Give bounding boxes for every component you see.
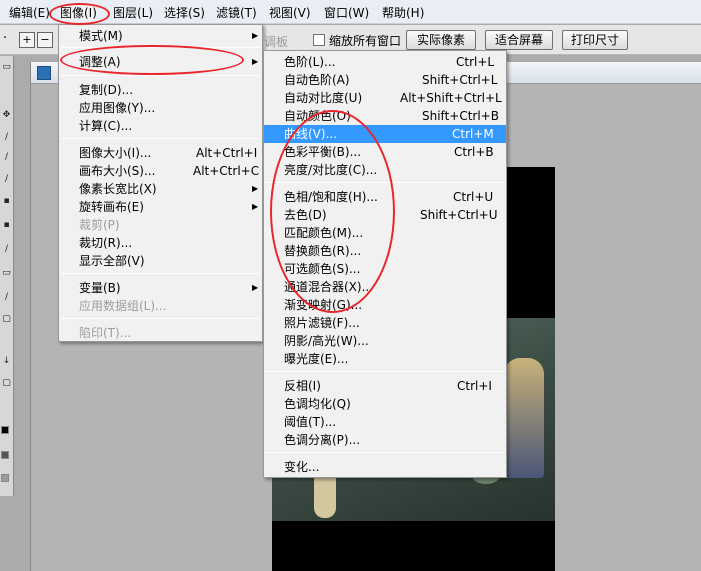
crop-tool-icon[interactable]: ∕ bbox=[1, 152, 12, 162]
menu-help[interactable]: 帮助(H) bbox=[382, 5, 424, 21]
menu-item-variables[interactable]: 变量(B) ▶ bbox=[59, 279, 262, 297]
menu-item-shadow-highlight[interactable]: 阴影/高光(W)... bbox=[264, 332, 506, 350]
menu-item-crop: 裁剪(P) bbox=[79, 218, 120, 232]
hand-tool-icon[interactable]: ▢ bbox=[1, 314, 12, 324]
menu-item-auto-color[interactable]: 自动颜色(O) Shift+Ctrl+B bbox=[264, 107, 506, 125]
menu-item-calculations[interactable]: 计算(C)... bbox=[59, 117, 262, 135]
quickmask-tool-icon[interactable]: ▢ bbox=[1, 378, 12, 388]
marquee-tool-icon[interactable]: ▭ bbox=[1, 62, 12, 72]
menu-edit[interactable]: 编辑(E) bbox=[9, 5, 50, 21]
menu-item-invert[interactable]: 反相(I) Ctrl+I bbox=[264, 377, 506, 395]
screen-mode-icon[interactable] bbox=[1, 474, 9, 482]
menu-item-pixel-aspect[interactable]: 像素长宽比(X) ▶ bbox=[59, 180, 262, 198]
menu-item-apply-data-set: 应用数据组(L)... bbox=[79, 299, 167, 313]
character-figure bbox=[504, 358, 544, 478]
zoom-in-icon[interactable]: + bbox=[19, 32, 35, 48]
menu-item-auto-levels[interactable]: 自动色阶(A) Shift+Ctrl+L bbox=[264, 71, 506, 89]
resize-all-windows-checkbox[interactable] bbox=[313, 34, 325, 46]
submenu-arrow-icon: ▶ bbox=[252, 31, 259, 40]
menu-item-photo-filter[interactable]: 照片滤镜(F)... bbox=[264, 314, 506, 332]
submenu-arrow-icon: ▶ bbox=[252, 202, 259, 211]
menu-item-image-size[interactable]: 图像大小(I)... Alt+Ctrl+I bbox=[59, 144, 262, 162]
foreground-color-swatch[interactable] bbox=[1, 426, 9, 434]
menu-layer[interactable]: 图层(L) bbox=[113, 5, 153, 21]
actual-pixels-button[interactable]: 实际像素 bbox=[406, 30, 476, 50]
lasso-tool-icon[interactable]: ∕ bbox=[1, 132, 12, 142]
menu-item-posterize[interactable]: 色调分离(P)... bbox=[264, 431, 506, 449]
menu-item-exposure[interactable]: 曝光度(E)... bbox=[264, 350, 506, 368]
submenu-arrow-icon: ▶ bbox=[252, 57, 259, 66]
photoshop-document-icon bbox=[37, 66, 51, 80]
menu-item-apply-image[interactable]: 应用图像(Y)... bbox=[59, 99, 262, 117]
menu-select[interactable]: 选择(S) bbox=[164, 5, 205, 21]
annotation-circle-adjust bbox=[60, 45, 244, 75]
palette-option-label: 调板 bbox=[264, 35, 289, 49]
brush-tool-icon[interactable]: ∕ bbox=[1, 174, 12, 184]
handle-icon: · bbox=[3, 31, 8, 46]
annotation-circle-color-group bbox=[270, 110, 395, 313]
menu-view[interactable]: 视图(V) bbox=[269, 5, 311, 21]
menu-item-equalize[interactable]: 色调均化(Q) bbox=[264, 395, 506, 413]
background-color-swatch[interactable] bbox=[1, 451, 9, 459]
menu-window[interactable]: 窗口(W) bbox=[324, 5, 369, 21]
submenu-arrow-icon: ▶ bbox=[252, 283, 259, 292]
menu-item-trim[interactable]: 裁切(R)... bbox=[59, 234, 262, 252]
menu-item-canvas-size[interactable]: 画布大小(S)... Alt+Ctrl+C bbox=[59, 162, 262, 180]
tools-palette: ▭ ✥ ∕ ∕ ∕ ▪ ▪ ∕ ▭ ∕ ▢ ↓ ▢ bbox=[0, 56, 14, 496]
eyedropper-tool-icon[interactable]: ∕ bbox=[1, 292, 12, 302]
menu-filter[interactable]: 滤镜(T) bbox=[216, 5, 257, 21]
annotation-circle-image-menu bbox=[49, 3, 110, 25]
menu-item-threshold[interactable]: 阈值(T)... bbox=[264, 413, 506, 431]
menu-item-auto-contrast[interactable]: 自动对比度(U) Alt+Shift+Ctrl+L bbox=[264, 89, 506, 107]
print-size-button[interactable]: 打印尺寸 bbox=[562, 30, 628, 50]
zoom-out-icon[interactable]: − bbox=[37, 32, 53, 48]
stamp-tool-icon[interactable]: ▪ bbox=[1, 196, 12, 206]
fit-screen-button[interactable]: 适合屏幕 bbox=[485, 30, 553, 50]
menu-item-duplicate[interactable]: 复制(D)... bbox=[59, 81, 262, 99]
menu-item-reveal-all[interactable]: 显示全部(V) bbox=[59, 252, 262, 270]
eraser-tool-icon[interactable]: ▪ bbox=[1, 220, 12, 230]
menu-item-rotate-canvas[interactable]: 旋转画布(E) ▶ bbox=[59, 198, 262, 216]
resize-all-windows-label: 缩放所有窗口 bbox=[329, 34, 402, 48]
menu-item-levels[interactable]: 色阶(L)... Ctrl+L bbox=[264, 53, 506, 71]
pen-tool-icon[interactable]: ∕ bbox=[1, 244, 12, 254]
submenu-arrow-icon: ▶ bbox=[252, 184, 259, 193]
shape-tool-icon[interactable]: ▭ bbox=[1, 268, 12, 278]
menu-item-variations[interactable]: 变化... bbox=[264, 458, 506, 476]
zoom-tool-icon[interactable]: ↓ bbox=[1, 356, 12, 366]
menu-item-mode[interactable]: 模式(M) ▶ bbox=[59, 27, 262, 45]
move-tool-icon[interactable]: ✥ bbox=[1, 110, 12, 120]
menu-item-trap: 陷印(T)... bbox=[79, 326, 132, 340]
